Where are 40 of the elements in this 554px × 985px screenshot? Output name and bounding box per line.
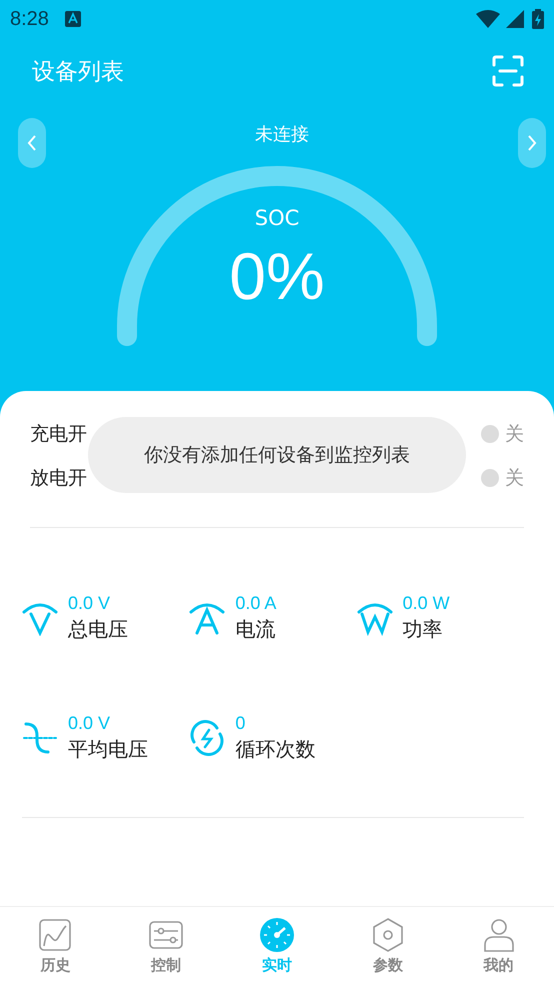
chevron-right-icon (527, 134, 537, 152)
cycle-icon (189, 720, 226, 756)
keyboard-notification-icon (64, 11, 81, 27)
metric-label: 功率 (402, 616, 444, 643)
chevron-left-icon (27, 134, 37, 152)
switch-label: 放电开 (30, 466, 88, 491)
metric-label: 总电压 (68, 616, 128, 643)
page-title: 设备列表 (32, 58, 124, 86)
hexagon-icon (370, 918, 405, 952)
metric-label: 循环次数 (235, 736, 316, 763)
metric-label: 电流 (235, 616, 276, 643)
nav-tab[interactable]: 我的 (443, 907, 554, 985)
toast-message: 你没有添加任何设备到监控列表 (88, 417, 466, 493)
next-device-button[interactable] (518, 118, 546, 168)
person-icon (482, 918, 516, 952)
signal-icon (506, 10, 524, 28)
metric-label: 平均电压 (68, 736, 148, 763)
metric-value: 0 (235, 713, 246, 734)
wifi-icon (476, 10, 500, 28)
metric-value: 0.0 V (68, 593, 112, 614)
soc-label: SOC (254, 206, 300, 230)
nav-tab[interactable]: 历史 (0, 907, 111, 985)
status-time: 8:28 (10, 8, 49, 30)
scan-icon[interactable] (492, 55, 524, 87)
metric-value: 0.0 A (235, 593, 276, 614)
switch-state: 关 (505, 466, 524, 491)
metric-value: 0.0 V (68, 713, 112, 734)
switch-state: 关 (505, 422, 524, 447)
previous-device-button[interactable] (18, 118, 46, 168)
nav-tab[interactable]: 实时 (222, 907, 332, 985)
average-voltage-icon (22, 720, 58, 756)
gauge-icon (260, 918, 294, 952)
connection-status: 未连接 (255, 123, 309, 146)
battery-icon (532, 9, 544, 29)
soc-value: 0% (229, 238, 325, 314)
switch-label: 充电开 (30, 422, 88, 447)
metric-value: 0.0 W (402, 593, 450, 614)
nav-tab[interactable]: 参数 (332, 907, 444, 985)
nav-tab[interactable]: 控制 (110, 907, 222, 985)
chart-icon (38, 918, 72, 952)
